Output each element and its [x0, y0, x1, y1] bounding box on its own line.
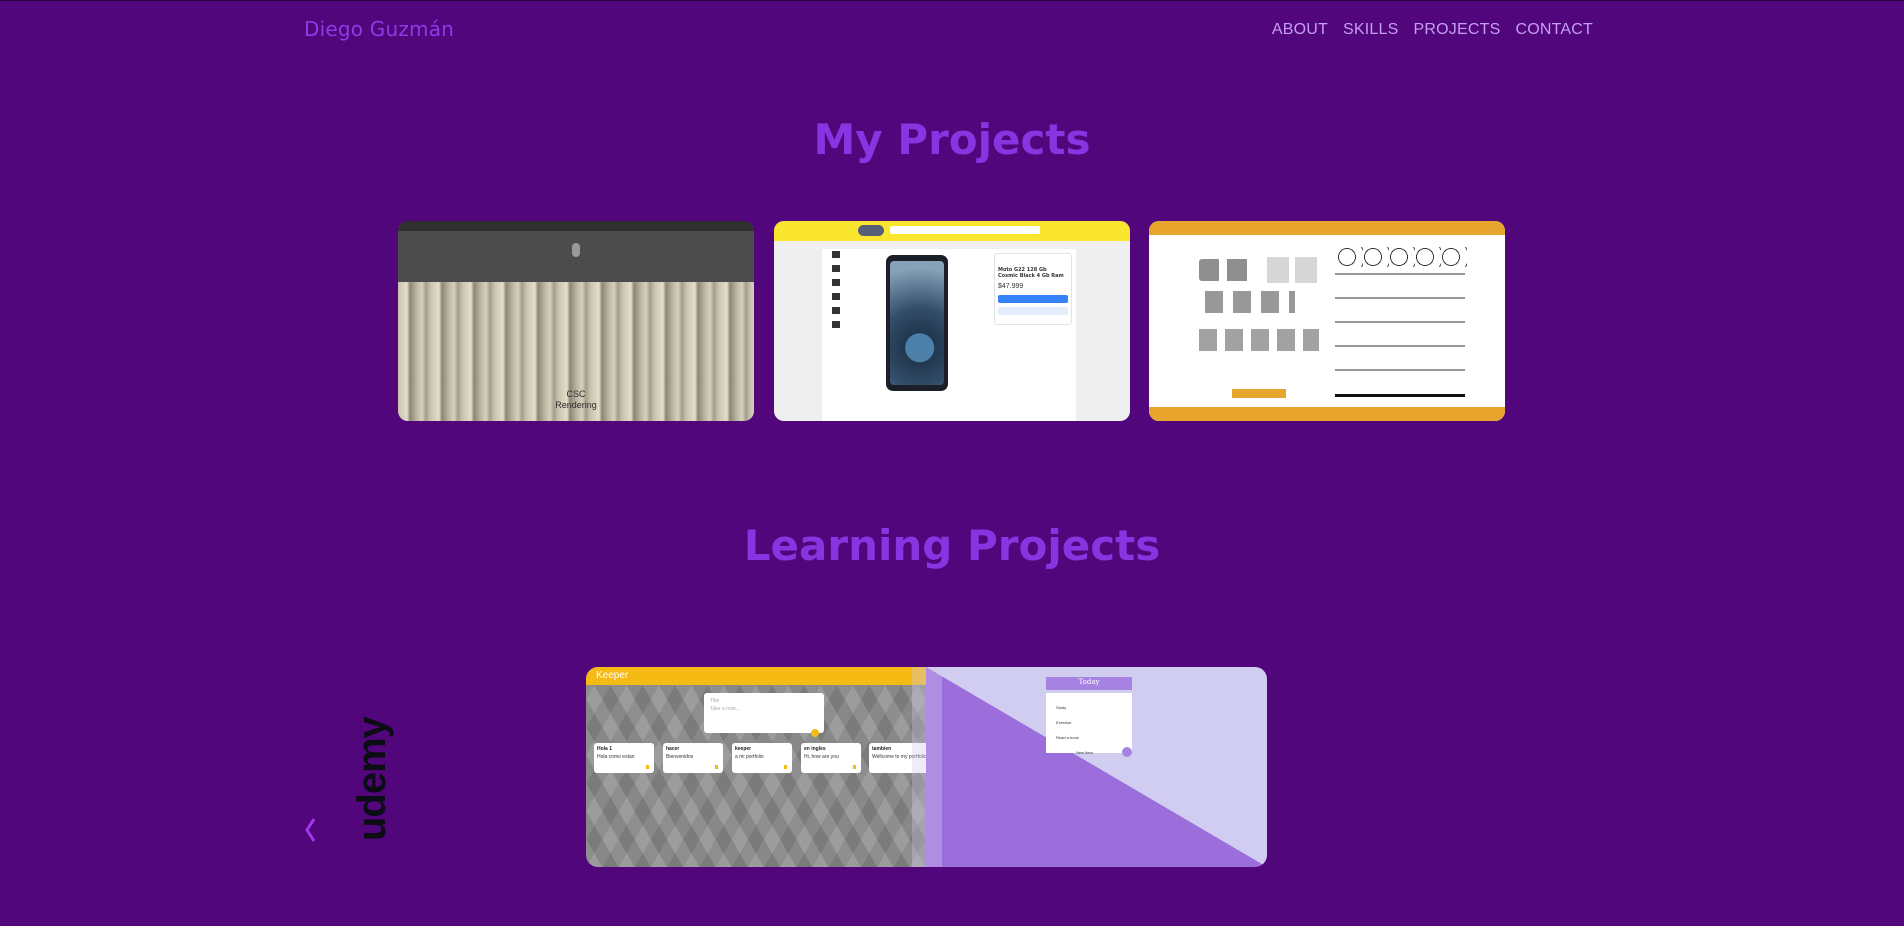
calc-footer: [1149, 407, 1505, 421]
project-card-store[interactable]: Moto G22 128 Gb Cosmic Black 4 Gb Ram $4…: [774, 221, 1130, 421]
note-body-placeholder: Take a note...: [710, 706, 741, 712]
note-body: Hi, how are you: [804, 754, 839, 760]
product-title: Moto G22 128 Gb Cosmic Black 4 Gb Ram: [998, 267, 1064, 279]
phone-screen: [890, 261, 944, 385]
note-title-placeholder: Title: [710, 698, 720, 704]
nav-about[interactable]: ABOUT: [1272, 21, 1328, 39]
note-title: keeper: [735, 746, 752, 752]
nav-projects[interactable]: PROJECTS: [1414, 21, 1501, 39]
add-item-icon: [1122, 747, 1132, 757]
caption-subtitle: Rendering: [555, 400, 597, 410]
note-card: keeper a mi portfolio: [732, 743, 792, 773]
udemy-wordmark: udemy: [350, 717, 394, 841]
note-body: Bienvenidos: [666, 754, 694, 760]
keeper-header: [586, 667, 926, 685]
learning-projects-heading: Learning Projects: [743, 521, 1161, 570]
delete-icon: [784, 765, 787, 769]
note-title: tambien: [872, 746, 892, 752]
note-title: en ingles: [804, 746, 826, 752]
garment-options: [1337, 247, 1467, 267]
product-thumbnails: [832, 251, 840, 331]
project-caption: CSC Rendering: [398, 389, 754, 411]
note-card: en ingles Hi, how are you: [801, 743, 861, 773]
note-body: a mi portfolio: [735, 754, 764, 760]
note-title: Hola 1: [597, 746, 613, 752]
hover-overlay: [912, 667, 942, 867]
buy-button: [998, 295, 1068, 303]
todo-item: Read a book: [1056, 735, 1079, 740]
todo-item: Study: [1056, 705, 1067, 710]
todo-title: Today: [1078, 678, 1100, 686]
brand-name[interactable]: Diego Guzmán: [304, 17, 454, 41]
note-title: hacer: [666, 746, 680, 752]
add-note-icon: [811, 729, 819, 737]
store-search-bar: [890, 226, 1040, 234]
store-logo: [858, 225, 884, 236]
delete-icon: [715, 765, 718, 769]
calc-button: [1232, 389, 1286, 398]
note-body: Hola como estan: [597, 754, 635, 760]
my-projects-heading: My Projects: [813, 115, 1091, 164]
todo-item: Exercise: [1056, 720, 1072, 725]
todo-new-item: New Item: [1076, 750, 1093, 755]
size-icons: [1205, 291, 1295, 313]
cost-lines: [1335, 273, 1465, 393]
microphone-icon: [572, 243, 580, 257]
nav-contact[interactable]: CONTACT: [1515, 21, 1593, 39]
quantity-boxes: [1267, 257, 1317, 283]
add-cart-button: [998, 307, 1068, 315]
paint-type-icons: [1199, 329, 1319, 351]
shirt-icons: [1199, 259, 1249, 281]
keeper-app: Keeper Title Take a note... Hola 1 Hola …: [586, 667, 929, 867]
product-price: $47.999: [998, 283, 1024, 290]
note-card: Hola 1 Hola como estan: [594, 743, 654, 773]
learning-project-card[interactable]: Keeper Title Take a note... Hola 1 Hola …: [586, 667, 1267, 867]
note-placeholder: Title Take a note...: [710, 697, 740, 713]
note-card: hacer Bienvenidos: [663, 743, 723, 773]
project-card-calculator[interactable]: [1149, 221, 1505, 421]
udemy-logo: udemy: [305, 693, 394, 843]
project-card-csc[interactable]: CSC Rendering: [398, 221, 754, 421]
delete-icon: [853, 765, 856, 769]
site-navbar: [398, 221, 754, 231]
udemy-chevron-icon: [305, 818, 315, 842]
delete-icon: [646, 765, 649, 769]
nav-skills[interactable]: SKILLS: [1343, 21, 1398, 39]
calc-header: [1149, 221, 1505, 235]
caption-title: CSC: [566, 389, 586, 399]
main-nav: ABOUT SKILLS PROJECTS CONTACT: [1272, 21, 1593, 39]
keeper-title: Keeper: [596, 670, 629, 681]
total-line: [1335, 394, 1465, 397]
